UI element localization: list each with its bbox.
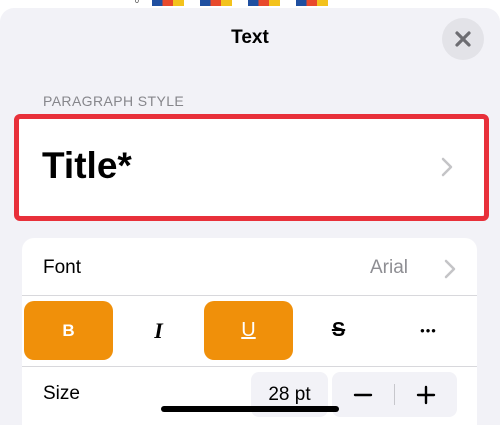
color-swatch: [296, 0, 328, 6]
paragraph-style-value: Title*: [42, 145, 132, 186]
chevron-right-icon: [441, 157, 453, 177]
strikethrough-label: S: [331, 319, 346, 341]
font-value[interactable]: Arial: [370, 257, 408, 279]
font-label: Font: [43, 257, 82, 278]
paragraph-style-header: PARAGRAPH STYLE: [43, 93, 185, 109]
more-options-label: •••: [420, 323, 437, 338]
home-indicator[interactable]: [161, 406, 339, 412]
underline-button[interactable]: U: [204, 301, 293, 360]
bold-button[interactable]: B: [24, 301, 113, 360]
color-swatch: [248, 0, 280, 6]
plus-icon: [416, 385, 436, 404]
color-swatch: [200, 0, 232, 6]
axis-tick: 0: [135, 0, 139, 5]
size-label: Size: [43, 383, 80, 404]
size-stepper: [332, 372, 457, 417]
more-options-button[interactable]: •••: [384, 301, 473, 360]
decrease-size-button[interactable]: [332, 372, 394, 417]
increase-size-button[interactable]: [395, 372, 457, 417]
bold-label: B: [62, 320, 75, 340]
italic-button[interactable]: I: [114, 301, 203, 360]
chevron-right-icon: [444, 259, 456, 279]
background-chart-strip: 0: [0, 0, 500, 8]
close-icon: [455, 31, 471, 47]
underline-label: U: [241, 319, 256, 341]
size-value: 28 pt: [268, 383, 311, 405]
close-button[interactable]: [442, 18, 484, 60]
color-swatch: [152, 0, 184, 6]
minus-icon: [353, 393, 373, 396]
italic-label: I: [154, 317, 163, 343]
divider: [22, 295, 477, 296]
sheet-title: Text: [231, 27, 269, 48]
divider: [22, 366, 477, 367]
strikethrough-button[interactable]: S: [294, 301, 383, 360]
